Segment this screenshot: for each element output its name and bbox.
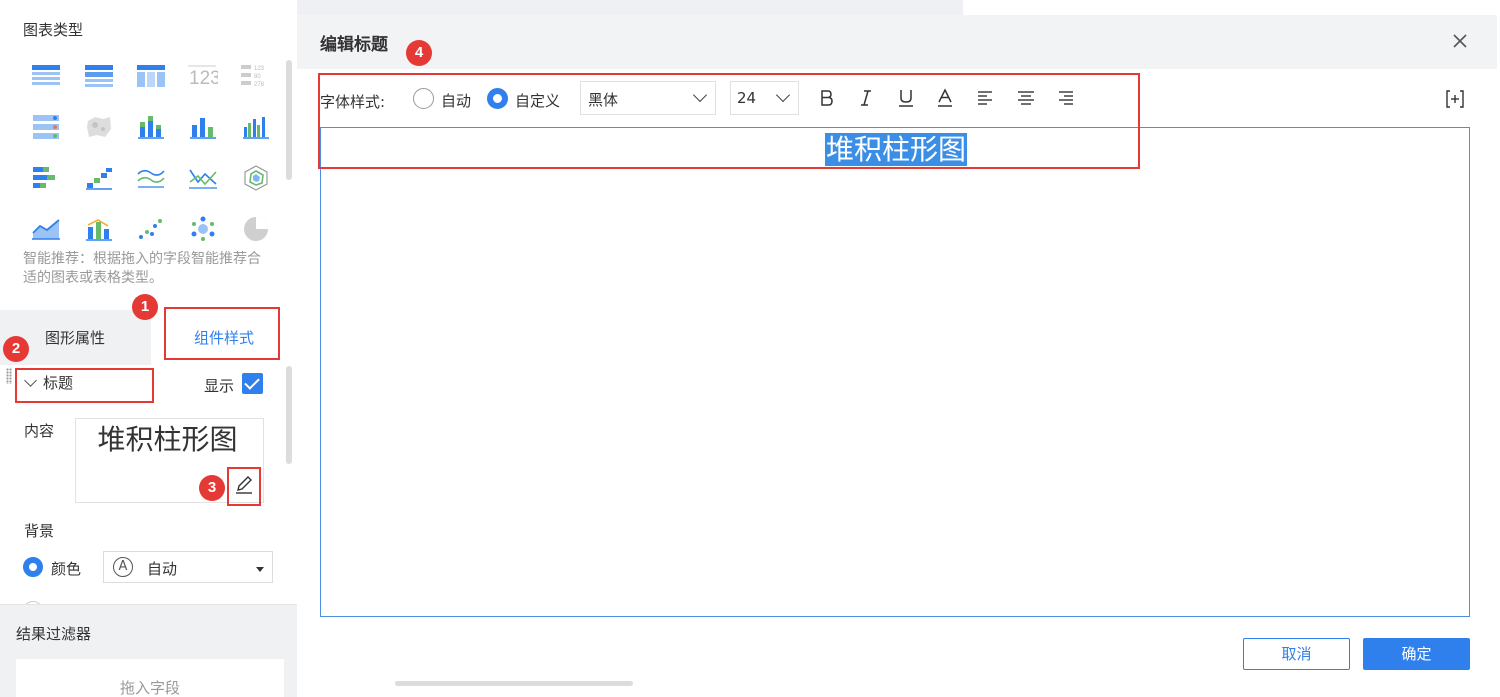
annotation-box-component-style <box>164 307 280 360</box>
bubble-icon[interactable] <box>177 211 229 247</box>
drag-handle-icon[interactable] <box>6 368 12 384</box>
column-bar-icon[interactable] <box>177 109 229 145</box>
dialog-title: 编辑标题 <box>320 35 388 55</box>
stacked-bar-icon[interactable] <box>125 109 177 145</box>
map-icon[interactable] <box>72 109 124 145</box>
confirm-button[interactable]: 确定 <box>1363 638 1470 670</box>
line-chart-icon[interactable] <box>125 160 177 196</box>
chart-type-title: 图表类型 <box>23 21 84 39</box>
chart-type-scrollbar[interactable] <box>286 60 292 180</box>
insert-field-icon[interactable] <box>1444 88 1466 110</box>
dialog-header: 编辑标题 <box>297 15 1497 69</box>
annotation-box-edit <box>227 467 261 506</box>
step-bar-icon[interactable] <box>72 160 124 196</box>
title-editor[interactable]: 堆积柱形图 <box>320 127 1470 617</box>
indicator-card-icon[interactable] <box>20 109 72 145</box>
annotation-badge-4: 4 <box>406 40 432 66</box>
show-title-checkbox[interactable] <box>242 373 263 394</box>
svg-text:123: 123 <box>254 66 265 72</box>
table-icon[interactable] <box>20 58 72 94</box>
filter-drop-zone[interactable]: 拖入字段 <box>16 659 284 697</box>
horizontal-bar-icon[interactable] <box>20 160 72 196</box>
svg-text:80: 80 <box>254 74 261 80</box>
auto-color-icon: A <box>113 557 133 577</box>
annotation-badge-3: 3 <box>199 475 225 501</box>
annotation-box-title <box>15 368 154 403</box>
show-title-label: 显示 <box>204 377 235 395</box>
color-select-value: 自动 <box>147 560 178 578</box>
style-panel-scrollbar[interactable] <box>286 366 292 464</box>
close-icon[interactable] <box>1452 33 1468 49</box>
multi-column-icon[interactable] <box>230 109 282 145</box>
annotation-badge-1: 1 <box>132 294 158 320</box>
color-radio-label: 颜色 <box>51 560 82 578</box>
area-line-icon[interactable] <box>177 160 229 196</box>
area-chart-icon[interactable] <box>20 211 72 247</box>
kpi-number-icon[interactable]: 123 <box>177 58 229 94</box>
background-label: 背景 <box>24 522 55 540</box>
dropdown-arrow-icon <box>256 567 264 572</box>
detail-table-icon[interactable] <box>125 58 177 94</box>
annotation-box-toolbar <box>318 73 1140 169</box>
chart-type-grid: 123 123 80 278 <box>20 58 282 262</box>
scatter-icon[interactable] <box>125 211 177 247</box>
color-radio[interactable] <box>23 557 43 577</box>
result-filter-section: 结果过滤器 拖入字段 <box>0 604 297 697</box>
drop-zone-hint: 拖入字段 <box>119 679 180 697</box>
kpi-list-icon[interactable]: 123 80 278 <box>230 58 282 94</box>
svg-text:278: 278 <box>254 82 265 88</box>
result-filter-title: 结果过滤器 <box>16 625 92 643</box>
crosstab-icon[interactable] <box>72 58 124 94</box>
horizontal-scrollbar[interactable] <box>395 681 633 686</box>
combo-chart-icon[interactable] <box>72 211 124 247</box>
smart-recommend-tip: 智能推荐：根据拖入的字段智能推荐合适的图表或表格类型。 <box>23 251 261 286</box>
background-color-select[interactable]: A 自动 <box>103 551 273 583</box>
annotation-badge-2: 2 <box>3 336 29 362</box>
svg-text:123: 123 <box>189 68 218 87</box>
radar-icon[interactable] <box>230 160 282 196</box>
pie-icon[interactable] <box>230 211 282 247</box>
cancel-button[interactable]: 取消 <box>1243 638 1350 670</box>
content-label: 内容 <box>24 422 55 440</box>
